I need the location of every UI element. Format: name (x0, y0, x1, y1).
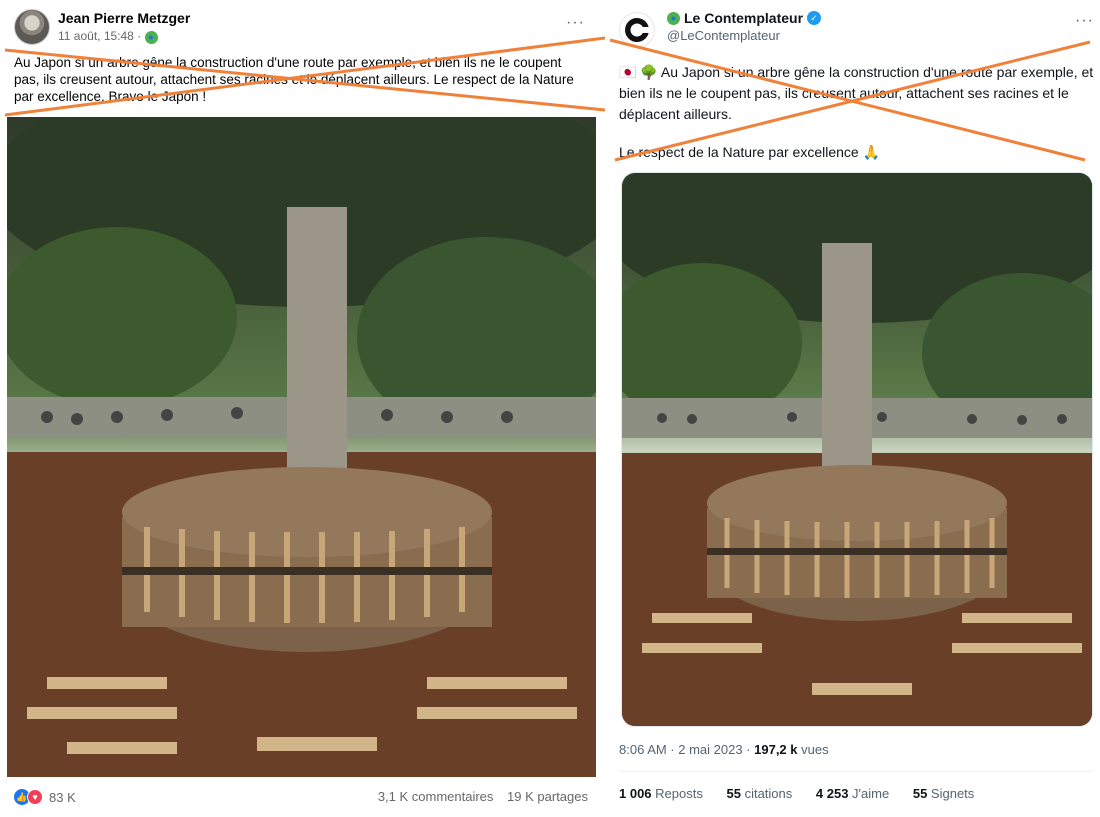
post-meta: 11 août, 15:48 · ● (58, 29, 158, 44)
views-count: 197,2 k (754, 742, 798, 757)
shares-link[interactable]: 19 K partages (507, 789, 588, 804)
post-timestamp[interactable]: 8:06 AM · 2 mai 2023 · 197,2 k vues (619, 742, 829, 757)
author-avatar[interactable] (14, 9, 50, 45)
post-text-paragraph-2: Le respect de la Nature par excellence 🙏 (619, 144, 881, 160)
views-label: vues (797, 742, 829, 757)
bookmarks-count: 55 (912, 786, 928, 801)
likes-link[interactable]: 4 253 J'aime (816, 786, 899, 801)
tree-photo-image (622, 173, 1092, 726)
quotes-label: citations (740, 786, 793, 801)
post-stats: 3,1 K commentaires 19 K partages (368, 789, 588, 804)
comments-link[interactable]: 3,1 K commentaires (378, 789, 494, 804)
tree-photo[interactable] (621, 172, 1093, 727)
more-options-icon[interactable]: ··· (566, 14, 585, 32)
globe-icon: ● (144, 30, 158, 44)
facebook-post: Jean Pierre Metzger 11 août, 15:48 · ● ·… (0, 0, 600, 817)
engagement-stats: 1 006 Reposts 55 citations 4 253 J'aime … (619, 786, 994, 801)
author-avatar[interactable] (619, 12, 655, 48)
more-options-icon[interactable]: ··· (1075, 12, 1094, 30)
timestamp-text: 8:06 AM · 2 mai 2023 · (619, 742, 755, 757)
post-text: Au Japon si un arbre gêne la constructio… (14, 55, 574, 104)
likes-label: J'aime (848, 786, 890, 801)
likes-count: 4 253 (815, 786, 849, 801)
reposts-label: Reposts (651, 786, 703, 801)
quotes-link[interactable]: 55 citations (726, 786, 802, 801)
reposts-link[interactable]: 1 006 Reposts (619, 786, 713, 801)
love-reaction-icon: ♥ (27, 789, 43, 805)
quotes-count: 55 (726, 786, 741, 801)
bookmarks-link[interactable]: 55 Signets (913, 786, 984, 801)
reactions-summary[interactable]: 👍 ♥ 83 K (14, 789, 76, 805)
post-date[interactable]: 11 août, 15:48 (58, 29, 134, 43)
verified-badge-icon: ✓ (807, 11, 822, 25)
divider (619, 771, 1093, 772)
contemplateur-logo-icon (625, 18, 649, 42)
author-handle[interactable]: @LeContemplateur (667, 28, 780, 43)
tree-photo[interactable] (7, 117, 596, 777)
reactions-count: 83 K (49, 789, 76, 805)
x-post: ● Le Contemplateur ✓ @LeContemplateur ··… (605, 0, 1100, 817)
author-name[interactable]: Le Contemplateur (684, 10, 803, 26)
reposts-count: 1 006 (619, 786, 652, 801)
author-name-row[interactable]: ● Le Contemplateur ✓ (667, 10, 822, 26)
author-name[interactable]: Jean Pierre Metzger (58, 10, 190, 26)
earth-emoji-icon: ● (667, 11, 680, 25)
post-text-paragraph-1: 🇯🇵 🌳 Au Japon si un arbre gêne la constr… (619, 64, 1094, 122)
bookmarks-label: Signets (927, 786, 975, 801)
